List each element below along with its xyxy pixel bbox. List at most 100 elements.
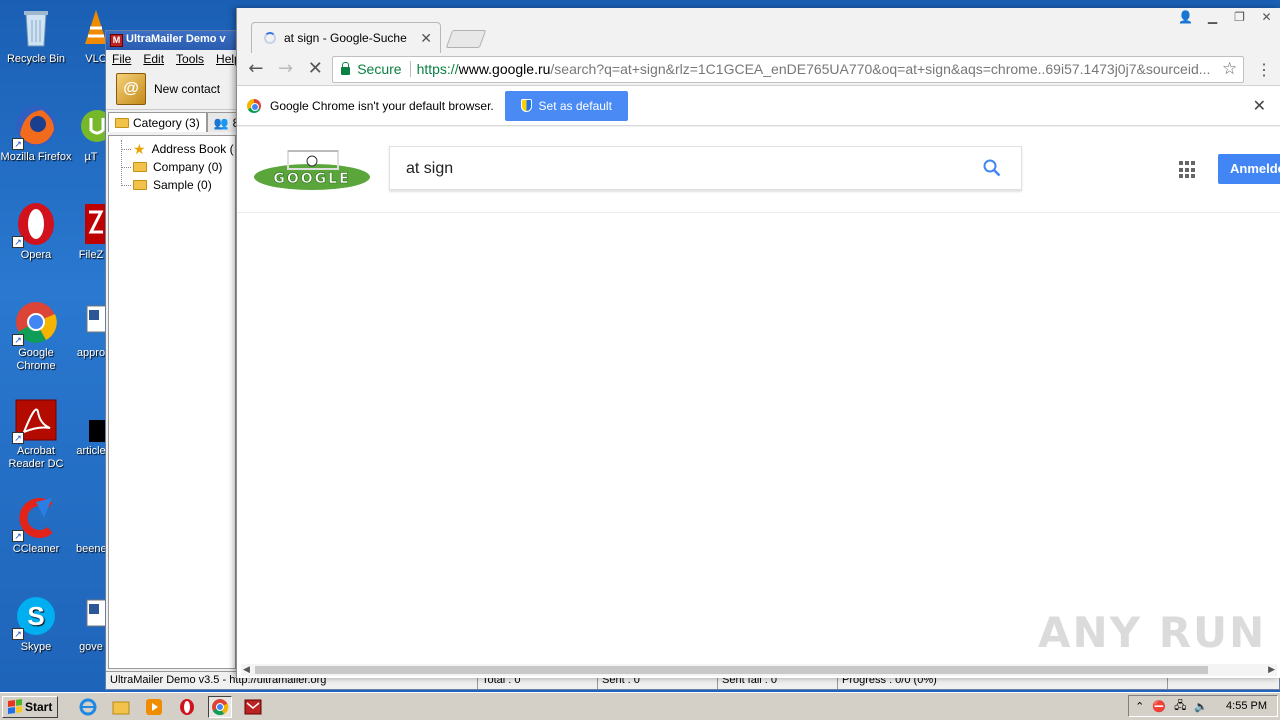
url-host: www.google.ru [458,61,551,77]
google-header: GOOGLE at sign Anmelden [237,127,1280,213]
browser-tab-active[interactable]: at sign - Google-Suche ✕ [251,22,441,53]
address-bar[interactable]: Secure https:// www.google.ru /search?q=… [332,55,1245,83]
tree-item-label: Company (0) [153,160,223,174]
uac-shield-icon [520,99,532,112]
media-player-icon[interactable] [142,696,166,718]
horizontal-scrollbar[interactable]: ◀ ▶ [241,664,1277,676]
tab-category[interactable]: Category (3) [108,112,207,132]
icon-label: µT [84,151,98,163]
file-explorer-icon[interactable] [109,696,133,718]
ultramailer-title: UltraMailer Demo v [126,33,226,45]
desktop-icon-gove[interactable]: gove [76,594,106,654]
desktop-icon-article[interactable]: article [76,398,106,458]
desktop-icon-firefox[interactable]: ↗ Mozilla Firefox [0,104,72,164]
google-results-page: GOOGLE at sign Anmelden ◀ ▶ [237,127,1280,678]
people-icon: 👥 [213,115,229,130]
chrome-menu-icon[interactable]: ⋮ [1254,60,1274,79]
set-as-default-button[interactable]: Set as default [504,90,628,121]
icon-label: Acrobat Reader DC [8,445,64,470]
restore-button[interactable]: ❐ [1226,8,1253,26]
search-input[interactable]: at sign [389,146,1022,190]
back-button[interactable]: ← [243,56,269,82]
word-doc-icon [77,594,106,638]
set-as-default-label: Set as default [538,98,612,113]
url-scheme: https:// [416,61,459,77]
word-doc-icon [77,300,106,344]
desktop-icon-opera[interactable]: ↗ Opera [0,202,72,262]
utorrent-icon [77,104,106,148]
desktop-icon-beene[interactable]: beene [76,496,106,556]
scroll-right-icon[interactable]: ▶ [1268,664,1275,676]
tree-item-address-book[interactable]: ★ Address Book ( [109,140,235,158]
desktop-icon-filezilla[interactable]: FileZ [76,202,106,262]
desktop-icon-acrobat[interactable]: ↗ Acrobat Reader DC [0,398,72,471]
tray-security-icon[interactable]: ⛔ [1152,700,1166,713]
infobar-message: Google Chrome isn't your default browser… [270,98,494,113]
new-contact-button[interactable]: New contact [154,82,220,96]
google-apps-icon[interactable] [1179,161,1197,179]
icon-label: article [76,445,106,457]
user-profile-icon[interactable]: 👤 [1172,8,1199,26]
firefox-icon: ↗ [12,104,58,150]
menu-tools[interactable]: Tools [176,52,204,68]
internet-explorer-icon[interactable] [76,696,100,718]
bookmark-star-icon[interactable]: ☆ [1222,59,1237,79]
close-tab-icon[interactable]: ✕ [420,30,432,47]
filezilla-icon [77,202,106,246]
scrollbar-thumb[interactable] [255,666,1208,674]
icon-label: Mozilla Firefox [0,151,72,163]
chrome-icon: ↗ [12,300,58,346]
address-book-icon: @ [116,72,146,105]
desktop-icon-utorrent[interactable]: µT [76,104,106,164]
close-infobar-icon[interactable]: ✕ [1253,96,1266,116]
ultramailer-taskbar-icon[interactable] [241,696,265,718]
scroll-left-icon[interactable]: ◀ [243,664,250,676]
menu-file[interactable]: File [112,52,131,68]
system-tray: ⌃ ⛔ 🖧 🔈 4:55 PM [1128,695,1278,717]
folder-icon [133,180,147,190]
taskbar: Start ⌃ ⛔ 🖧 🔈 4:55 PM [0,692,1280,720]
desktop-icon-recycle-bin[interactable]: Recycle Bin [0,6,72,66]
desktop-icon-ccleaner[interactable]: ↗ CCleaner [0,496,72,556]
chrome-taskbar-icon[interactable] [208,695,233,718]
browser-toolbar: ← → ✕ Secure https:// www.google.ru /sea… [237,53,1280,86]
start-button[interactable]: Start [2,695,59,718]
close-window-button[interactable]: ✕ [1253,8,1280,26]
minimize-button[interactable]: ▁ [1199,8,1226,26]
icon-label: Google Chrome [16,347,56,372]
tree-item-sample[interactable]: Sample (0) [109,176,235,194]
desktop-icon-google-chrome[interactable]: ↗ Google Chrome [0,300,72,373]
anyrun-watermark: ANY RUN [1038,608,1267,657]
tree-item-company[interactable]: Company (0) [109,158,235,176]
file-icon [77,496,105,540]
stop-loading-button[interactable]: ✕ [302,56,328,82]
tray-network-icon[interactable]: 🖧 [1174,697,1186,716]
search-query: at sign [406,160,454,177]
icon-label: VLC [85,53,107,65]
category-tree: ★ Address Book ( Company (0) Sample (0) [108,135,236,669]
tree-item-label: Sample (0) [153,178,212,192]
opera-taskbar-icon[interactable] [175,696,199,718]
desktop-icon-appro[interactable]: appro [76,300,106,360]
new-tab-button[interactable] [445,30,487,48]
lock-icon [341,62,351,75]
tray-volume-icon[interactable]: 🔈 [1194,700,1208,713]
folder-icon [115,117,129,128]
icon-label: Skype [20,641,52,653]
desktop-icon-skype[interactable]: S ↗ Skype [0,594,72,654]
tab-category-label: Category (3) [133,115,200,130]
sign-in-button[interactable]: Anmelden [1218,154,1280,184]
star-icon: ★ [133,141,146,157]
windows-flag-icon [8,699,22,714]
google-doodle-logo[interactable]: GOOGLE [252,147,372,191]
menu-edit[interactable]: Edit [143,52,164,68]
tray-expand-icon[interactable]: ⌃ [1135,700,1144,713]
svg-text:S: S [27,601,44,631]
forward-button[interactable]: → [273,56,299,82]
chrome-logo-icon [247,98,261,113]
chrome-window[interactable]: at sign - Google-Suche ✕ 👤 ▁ ❐ ✕ ← → ✕ S… [236,8,1280,678]
window-controls: 👤 ▁ ❐ ✕ [1172,8,1280,28]
search-icon[interactable] [983,159,1001,177]
doodle-text: GOOGLE [273,171,350,187]
tray-clock[interactable]: 4:55 PM [1226,700,1267,712]
